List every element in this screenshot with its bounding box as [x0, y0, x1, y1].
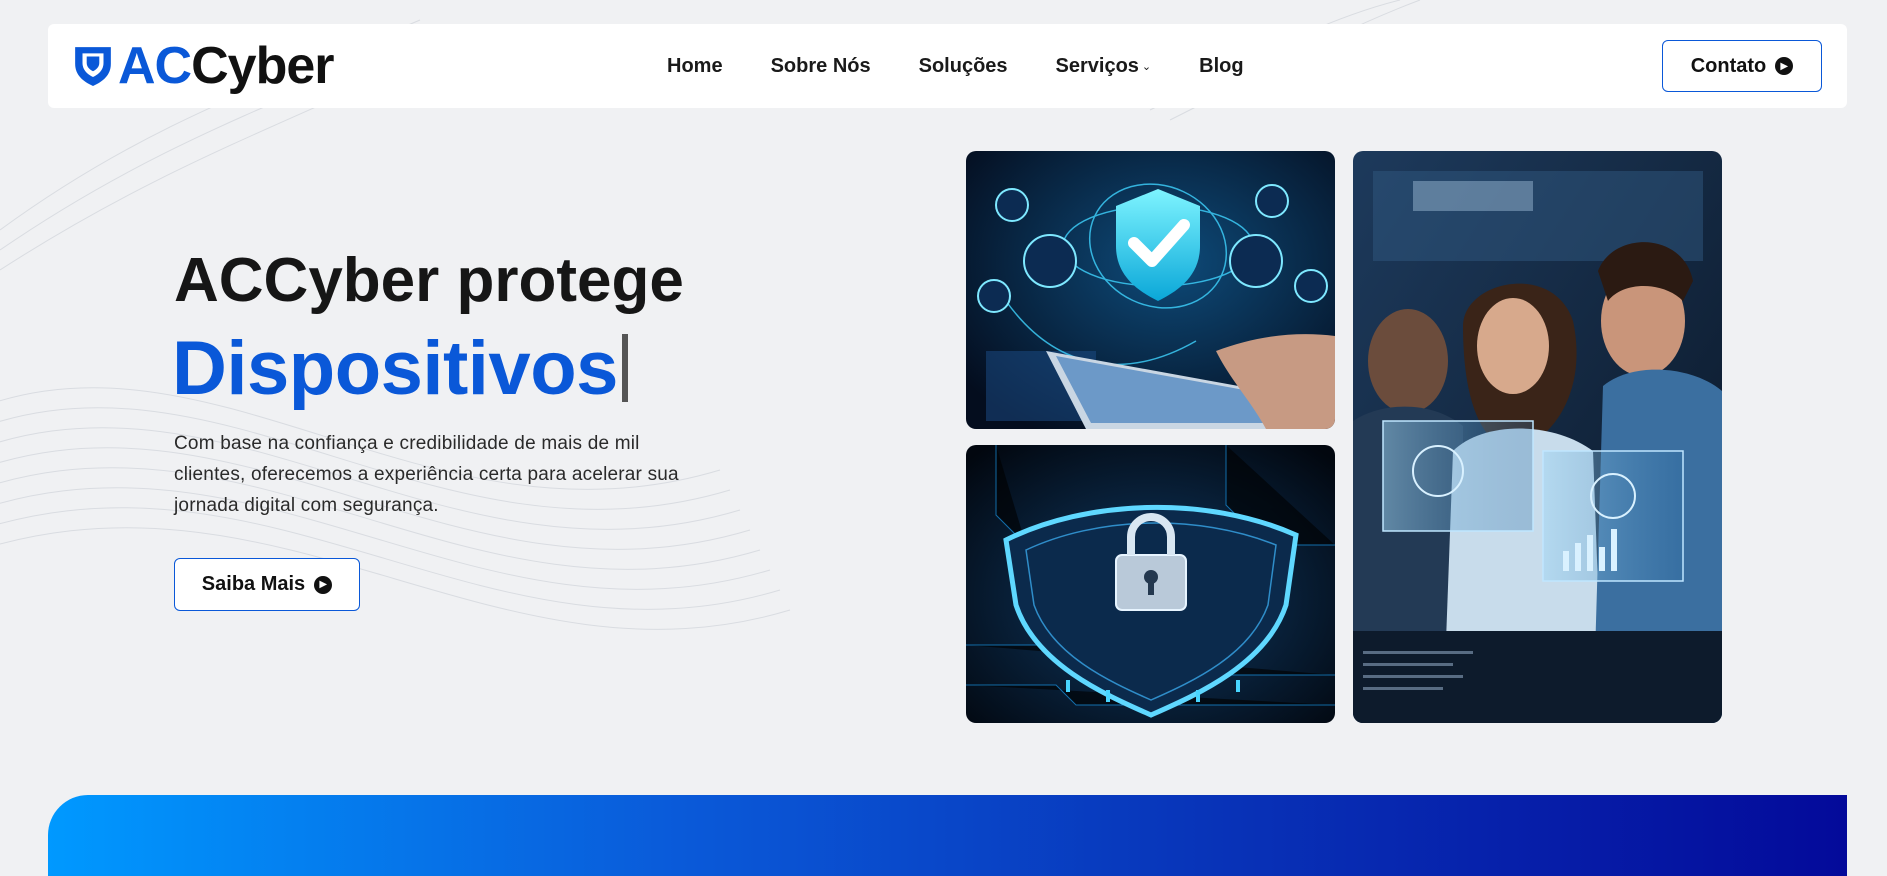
nav-solucoes[interactable]: Soluções	[919, 55, 1008, 78]
nav-sobre-nos[interactable]: Sobre Nós	[771, 55, 871, 78]
contact-button-label: Contato	[1690, 54, 1767, 77]
bottom-gradient-banner	[48, 795, 1847, 876]
chevron-down-icon: ⌄	[1141, 60, 1152, 73]
contact-button[interactable]: Contato ▶	[1662, 40, 1822, 92]
saiba-mais-button[interactable]: Saiba Mais ▶	[174, 558, 360, 611]
hero-title: ACCyber protege	[174, 246, 684, 315]
saiba-mais-label: Saiba Mais	[201, 573, 306, 595]
hero-image-shield-check	[966, 151, 1335, 429]
shield-icon	[75, 47, 111, 86]
hero-image-padlock-circuit	[966, 445, 1335, 723]
site-header: ACCyber Home Sobre Nós Soluções Serviços…	[48, 24, 1847, 108]
nav-blog[interactable]: Blog	[1199, 55, 1243, 78]
hero-description: Com base na confiança e credibilidade de…	[174, 433, 679, 516]
hero-image-analysts	[1353, 151, 1722, 723]
brand-logo[interactable]: ACCyber	[72, 37, 335, 95]
typing-caret	[621, 334, 628, 402]
hero-highlight-word: Dispositivos	[172, 325, 628, 412]
brand-name: ACCyber	[118, 37, 335, 95]
nav-servicos[interactable]: Serviços ⌄	[1056, 55, 1152, 78]
nav-home[interactable]: Home	[667, 55, 723, 78]
arrow-circle-right-icon: ▶	[314, 575, 333, 594]
arrow-circle-right-icon: ▶	[1775, 57, 1794, 75]
main-nav: Home Sobre Nós Soluções Serviços ⌄ Blog	[667, 24, 1292, 108]
